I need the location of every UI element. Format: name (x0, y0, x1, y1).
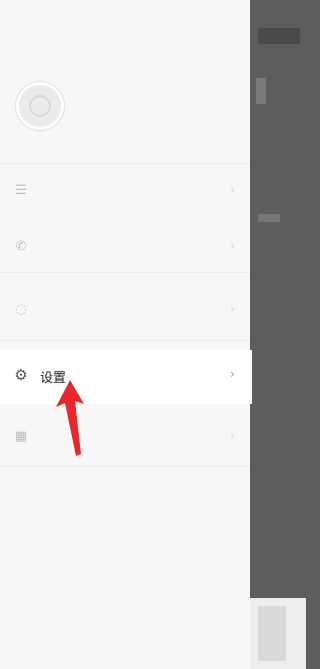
phone-icon: ✆ (15, 239, 27, 254)
menu-item-5[interactable]: ▦ › (0, 412, 250, 466)
main-screen-element (258, 214, 280, 222)
grid-icon: ▦ (14, 429, 28, 444)
list-icon: ☰ (15, 183, 27, 198)
menu-item-2[interactable]: ✆ › (0, 222, 250, 276)
side-drawer: ☰ › ✆ › ◌ › ⚙ 设置 › ▦ › (0, 0, 252, 669)
logout-button[interactable] (0, 478, 250, 526)
dimmed-main-screen[interactable] (250, 0, 306, 669)
chevron-right-icon: › (230, 302, 235, 316)
menu-item-settings[interactable]: ⚙ 设置 › (0, 350, 252, 404)
chevron-right-icon: › (230, 429, 235, 443)
menu-item-3[interactable]: ◌ › (0, 285, 250, 339)
avatar[interactable] (16, 82, 64, 130)
chevron-right-icon: › (230, 183, 235, 197)
avatar-placeholder-icon (29, 95, 51, 117)
main-screen-titlebar (258, 28, 300, 44)
status-bar (0, 0, 250, 22)
chevron-right-icon: › (230, 239, 235, 253)
main-screen-element (256, 78, 266, 104)
menu-item-1[interactable]: ☰ › (0, 166, 250, 220)
divider (0, 466, 250, 467)
annotation-arrow-icon (56, 380, 84, 456)
chevron-right-icon: › (230, 367, 235, 381)
divider (0, 272, 250, 273)
chat-icon: ◌ (15, 302, 27, 317)
gear-icon: ⚙ (14, 366, 28, 384)
divider (0, 340, 250, 341)
watermark-glyph (258, 606, 286, 661)
divider (0, 163, 250, 164)
